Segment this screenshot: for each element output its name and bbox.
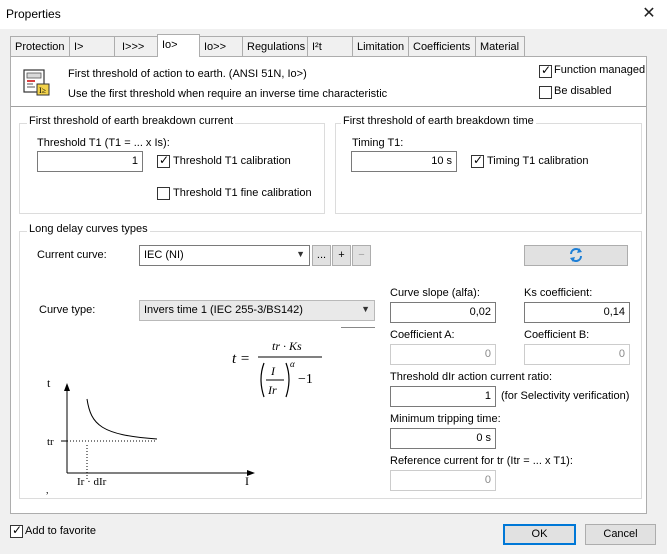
tab-regulations[interactable]: Regulations [242,36,308,57]
reference-current-label: Reference current for tr (Itr = ... x T1… [390,455,573,467]
threshold-dir-label: Threshold dIr action current ratio: [390,371,553,383]
current-curve-value: IEC (NI) [144,249,184,261]
timing-calibration-label: Timing T1 calibration [487,155,589,167]
tab-coefficients[interactable]: Coefficients [408,36,476,57]
tab-limitation[interactable]: Limitation [352,36,409,57]
ok-button[interactable]: OK [503,524,576,545]
curve-type-select[interactable]: Invers time 1 (IEC 255-3/BS142) ▼ [139,300,375,321]
coefficient-b-label: Coefficient B: [524,329,590,341]
timing-t1-label: Timing T1: [352,137,404,149]
protection-relay-icon: I≥ [21,67,53,99]
threshold-dir-input[interactable]: 1 [390,386,496,407]
description-line-2: Use the first threshold when require an … [68,88,388,100]
graph-tr-label: tr [47,436,54,448]
timing-calibration-checkbox[interactable]: ✓ [471,154,484,168]
cancel-button[interactable]: Cancel [585,524,656,545]
tab-io-greater[interactable]: Io> [157,34,200,57]
graph-corner-mark: , [46,485,49,495]
add-to-favorite-label: Add to favorite [25,525,96,537]
min-tripping-label: Minimum tripping time: [390,413,501,425]
coefficient-a-label: Coefficient A: [390,329,455,341]
refresh-icon [568,248,584,263]
curve-remove-button[interactable]: − [352,245,371,266]
curve-browse-button[interactable]: ... [312,245,331,266]
formula-tail: −1 [298,372,313,387]
threshold-dir-note: (for Selectivity verification) [501,390,630,402]
chevron-down-icon: ▼ [361,304,370,314]
function-managed-label: Function managed [554,64,646,76]
coefficient-b-input[interactable]: 0 [524,344,630,365]
be-disabled-label: Be disabled [554,85,612,97]
current-threshold-group-title: First threshold of earth breakdown curre… [27,115,236,127]
function-managed-checkbox[interactable]: ✓ [539,64,552,78]
formula-numerator: tr · Ks [272,339,302,353]
ks-coefficient-label: Ks coefficient: [524,287,593,299]
formula-lhs: t = [232,351,250,367]
tab-i2t[interactable]: I²t [307,36,353,57]
coefficient-a-input[interactable]: 0 [390,344,496,365]
add-to-favorite-checkbox[interactable]: ✓ [10,524,23,538]
window-title: Properties [6,7,61,21]
threshold-calibration-label: Threshold T1 calibration [173,155,291,167]
min-tripping-input[interactable]: 0 s [390,428,496,449]
reference-current-input[interactable]: 0 [390,470,496,491]
threshold-t1-label: Threshold T1 (T1 = ... x Is): [37,137,170,149]
tab-material[interactable]: Material [475,36,525,57]
graph-x-axis-label: I [245,474,249,488]
threshold-calibration-checkbox[interactable]: ✓ [157,154,170,168]
curve-type-label: Curve type: [39,304,96,316]
threshold-fine-calibration-checkbox[interactable] [157,187,170,200]
current-curve-select[interactable]: IEC (NI) ▼ [139,245,310,266]
curves-group-title: Long delay curves types [27,223,150,235]
curve-slope-label: Curve slope (alfa): [390,287,480,299]
time-threshold-group-title: First threshold of earth breakdown time [341,115,536,127]
header-separator [11,106,646,107]
be-disabled-checkbox[interactable] [539,86,552,99]
refresh-button[interactable] [524,245,628,266]
threshold-t1-input[interactable]: 1 [37,151,143,172]
curve-slope-input[interactable]: 0,02 [390,302,496,323]
graph-y-axis-label: t [47,376,51,390]
description-line-1: First threshold of action to earth. (ANS… [68,68,307,80]
graph-x-tick-label: Ir · dIr [77,476,107,488]
title-bar: Properties ✕ [0,0,667,30]
tab-io-double[interactable]: Io>> [199,36,243,57]
chevron-down-icon: ▼ [296,249,305,259]
close-icon[interactable]: ✕ [636,3,662,27]
formula-exponent: α [290,359,295,369]
curve-graph: t tr Ir · dIr I , [39,375,279,496]
curve-type-value: Invers time 1 (IEC 255-3/BS142) [144,304,303,316]
curve-type-underline [341,327,375,328]
tab-protection[interactable]: Protection [10,36,70,57]
current-curve-label: Current curve: [37,249,107,261]
timing-t1-input[interactable]: 10 s [351,151,457,172]
svg-text:I≥: I≥ [39,86,47,95]
tab-panel: I≥ First threshold of action to earth. (… [10,56,647,514]
tab-i-greater[interactable]: I> [69,36,115,57]
ks-coefficient-input[interactable]: 0,14 [524,302,630,323]
tab-i-triple[interactable]: I>>> [114,36,158,57]
curve-add-button[interactable]: + [332,245,351,266]
threshold-fine-calibration-label: Threshold T1 fine calibration [173,187,312,199]
